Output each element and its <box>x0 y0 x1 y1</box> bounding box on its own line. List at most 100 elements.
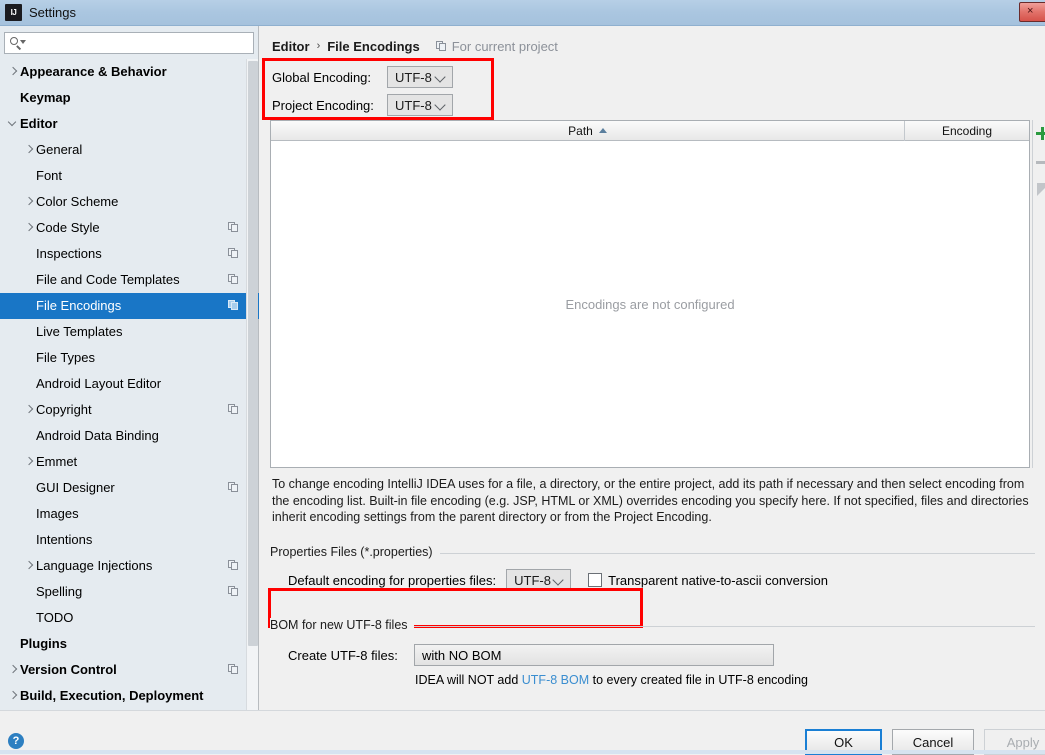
sidebar-item-keymap[interactable]: Keymap <box>0 85 259 111</box>
project-scope-icon <box>435 40 447 52</box>
encodings-table-header: Path Encoding <box>271 120 1029 141</box>
sidebar-item-label: Code Style <box>36 220 100 235</box>
chevron-down-icon <box>753 644 769 666</box>
bom-note-suffix: to every created file in UTF-8 encoding <box>589 673 808 687</box>
close-window-button[interactable]: × <box>1019 2 1045 22</box>
chevron-right-icon <box>6 59 20 85</box>
sidebar-item-file-and-code-templates[interactable]: File and Code Templates <box>0 267 259 293</box>
sidebar-item-label: Live Templates <box>36 324 123 339</box>
empty-state-message: Encodings are not configured <box>565 297 735 312</box>
sidebar-item-label: Font <box>36 168 63 183</box>
sidebar-item-todo[interactable]: TODO <box>0 605 259 631</box>
add-encoding-button[interactable] <box>1033 122 1045 146</box>
scope-badge: For current project <box>435 39 558 54</box>
sidebar-item-plugins[interactable]: Plugins <box>0 631 259 657</box>
default-properties-encoding-dropdown[interactable]: UTF-8 <box>506 569 572 591</box>
sidebar-item-build-execution-deployment[interactable]: Build, Execution, Deployment <box>0 683 259 709</box>
sidebar-item-appearance-behavior[interactable]: Appearance & Behavior <box>0 59 259 85</box>
sidebar-item-images[interactable]: Images <box>0 501 259 527</box>
search-input[interactable] <box>26 34 253 52</box>
project-scope-icon <box>228 248 239 259</box>
project-scope-icon <box>228 586 239 597</box>
sidebar-item-copyright[interactable]: Copyright <box>0 397 259 423</box>
breadcrumb-current: File Encodings <box>327 38 420 54</box>
default-properties-encoding-value: UTF-8 <box>514 572 551 588</box>
chevron-right-icon <box>6 657 20 683</box>
sidebar-item-label: Inspections <box>36 246 102 261</box>
create-utf8-files-value: with NO BOM <box>422 647 502 663</box>
project-encoding-dropdown[interactable]: UTF-8 <box>387 94 453 116</box>
settings-search-box[interactable] <box>4 32 254 54</box>
sidebar-scrollbar-thumb[interactable] <box>248 61 258 646</box>
column-header-path[interactable]: Path <box>271 120 905 141</box>
sidebar-item-label: General <box>36 142 83 157</box>
remove-encoding-button[interactable] <box>1033 150 1045 174</box>
sidebar-item-label: TODO <box>36 610 74 625</box>
sidebar-item-font[interactable]: Font <box>0 163 259 189</box>
transparent-native-to-ascii-label: Transparent native-to-ascii conversion <box>608 572 829 588</box>
project-scope-icon <box>228 404 239 415</box>
default-properties-encoding-row: Default encoding for properties files: U… <box>288 569 828 591</box>
utf8-bom-link[interactable]: UTF-8 BOM <box>522 673 589 687</box>
project-scope-icon <box>228 300 239 311</box>
sidebar-item-label: Android Data Binding <box>36 428 159 443</box>
column-header-path-label: Path <box>568 123 593 138</box>
sidebar-item-language-injections[interactable]: Language Injections <box>0 553 259 579</box>
sidebar-item-inspections[interactable]: Inspections <box>0 241 259 267</box>
settings-sidebar: Appearance & Behavior Keymap Editor General… <box>0 26 259 710</box>
settings-tree: Appearance & Behavior Keymap Editor General… <box>0 59 259 710</box>
create-utf8-files-row: Create UTF-8 files: with NO BOM <box>288 644 774 666</box>
sidebar-item-file-encodings[interactable]: File Encodings <box>0 293 259 319</box>
chevron-down-icon <box>552 569 566 591</box>
sidebar-item-label: Android Layout Editor <box>36 376 162 391</box>
sidebar-item-file-types[interactable]: File Types <box>0 345 259 371</box>
search-icon <box>8 34 26 52</box>
global-encoding-row: Global Encoding: UTF-8 <box>272 66 453 88</box>
chevron-right-icon <box>22 553 36 579</box>
sidebar-item-version-control[interactable]: Version Control <box>0 657 259 683</box>
sidebar-item-spelling[interactable]: Spelling <box>0 579 259 605</box>
project-scope-icon <box>228 222 239 233</box>
global-encoding-value: UTF-8 <box>395 69 432 85</box>
sidebar-item-label: File Types <box>36 350 96 365</box>
sidebar-item-gui-designer[interactable]: GUI Designer <box>0 475 259 501</box>
sidebar-item-label: Emmet <box>36 454 78 469</box>
sidebar-item-android-data-binding[interactable]: Android Data Binding <box>0 423 259 449</box>
sidebar-item-label: Version Control <box>20 662 117 677</box>
sidebar-item-label: Appearance & Behavior <box>20 64 167 79</box>
edit-encoding-button[interactable] <box>1033 178 1045 202</box>
chevron-right-icon <box>22 215 36 241</box>
create-utf8-files-label: Create UTF-8 files: <box>288 647 398 663</box>
sidebar-item-general[interactable]: General <box>0 137 259 163</box>
chevron-right-icon <box>22 137 36 163</box>
column-header-encoding-label: Encoding <box>941 123 993 138</box>
sidebar-item-label: Color Scheme <box>36 194 119 209</box>
sidebar-scrollbar-track[interactable] <box>246 59 258 710</box>
create-utf8-files-dropdown[interactable]: with NO BOM <box>414 644 774 666</box>
transparent-native-to-ascii-checkbox[interactable] <box>588 573 603 587</box>
settings-main-panel: Editor › File Encodings For current proj… <box>260 26 1045 710</box>
project-scope-icon <box>228 274 239 285</box>
sidebar-item-label: Editor <box>20 116 58 131</box>
sidebar-item-live-templates[interactable]: Live Templates <box>0 319 259 345</box>
sidebar-item-label: File Encodings <box>36 298 122 313</box>
sidebar-item-emmet[interactable]: Emmet <box>0 449 259 475</box>
breadcrumb-parent[interactable]: Editor <box>272 39 310 54</box>
bom-group-title: BOM for new UTF-8 files <box>270 618 414 632</box>
encodings-table-toolbar <box>1032 120 1045 468</box>
sidebar-item-android-layout-editor[interactable]: Android Layout Editor <box>0 371 259 397</box>
sidebar-item-intentions[interactable]: Intentions <box>0 527 259 553</box>
sidebar-item-color-scheme[interactable]: Color Scheme <box>0 189 259 215</box>
global-encoding-dropdown[interactable]: UTF-8 <box>387 66 453 88</box>
column-header-encoding[interactable]: Encoding <box>905 121 1029 141</box>
sidebar-item-code-style[interactable]: Code Style <box>0 215 259 241</box>
project-scope-icon <box>228 664 239 675</box>
help-icon[interactable]: ? <box>8 733 24 749</box>
sidebar-item-editor[interactable]: Editor <box>0 111 259 137</box>
